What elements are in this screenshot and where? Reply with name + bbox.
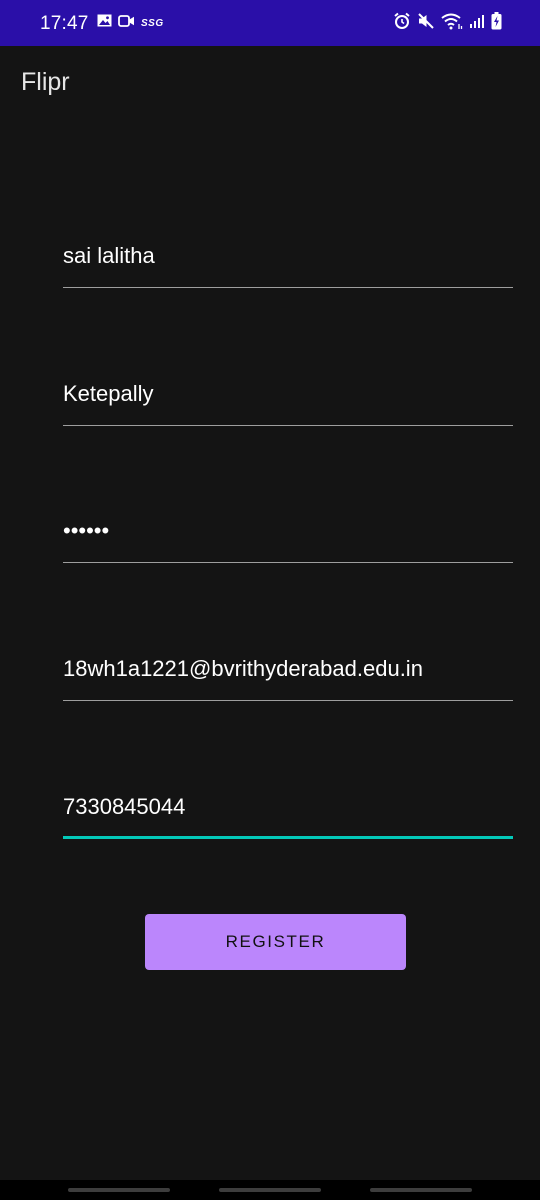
app-title: Flipr — [21, 68, 70, 96]
first-name-underline — [63, 287, 513, 288]
phone-field — [63, 779, 513, 839]
last-name-input[interactable] — [63, 366, 513, 422]
email-input[interactable] — [63, 641, 513, 697]
network-label: SSG — [141, 17, 164, 29]
first-name-input[interactable] — [63, 228, 513, 284]
status-right-icons — [393, 11, 502, 35]
alarm-icon — [393, 12, 411, 35]
home-button[interactable] — [219, 1188, 321, 1192]
navigation-bar — [0, 1180, 540, 1200]
register-button[interactable]: REGISTER — [145, 914, 406, 970]
status-left-icons: SSG — [97, 14, 164, 32]
wifi-icon — [441, 12, 463, 35]
recent-apps-button[interactable] — [68, 1188, 170, 1192]
status-bar: 17:47 SSG — [0, 0, 540, 46]
register-screen: 17:47 SSG Flipr sai lalitha Ketepally ••… — [0, 0, 540, 1200]
password-input[interactable] — [63, 503, 513, 559]
last-name-field — [63, 366, 513, 426]
first-name-field — [63, 228, 513, 288]
email-underline — [63, 700, 513, 701]
mute-icon — [417, 12, 435, 35]
phone-underline-focused — [63, 836, 513, 839]
password-field — [63, 503, 513, 563]
email-field — [63, 641, 513, 701]
gallery-icon — [97, 14, 112, 32]
signal-icon — [469, 13, 485, 34]
battery-icon — [491, 11, 502, 35]
phone-input[interactable] — [63, 779, 513, 835]
last-name-underline — [63, 425, 513, 426]
status-time: 17:47 — [40, 13, 89, 34]
video-icon — [118, 14, 135, 32]
back-button[interactable] — [370, 1188, 472, 1192]
password-underline — [63, 562, 513, 563]
